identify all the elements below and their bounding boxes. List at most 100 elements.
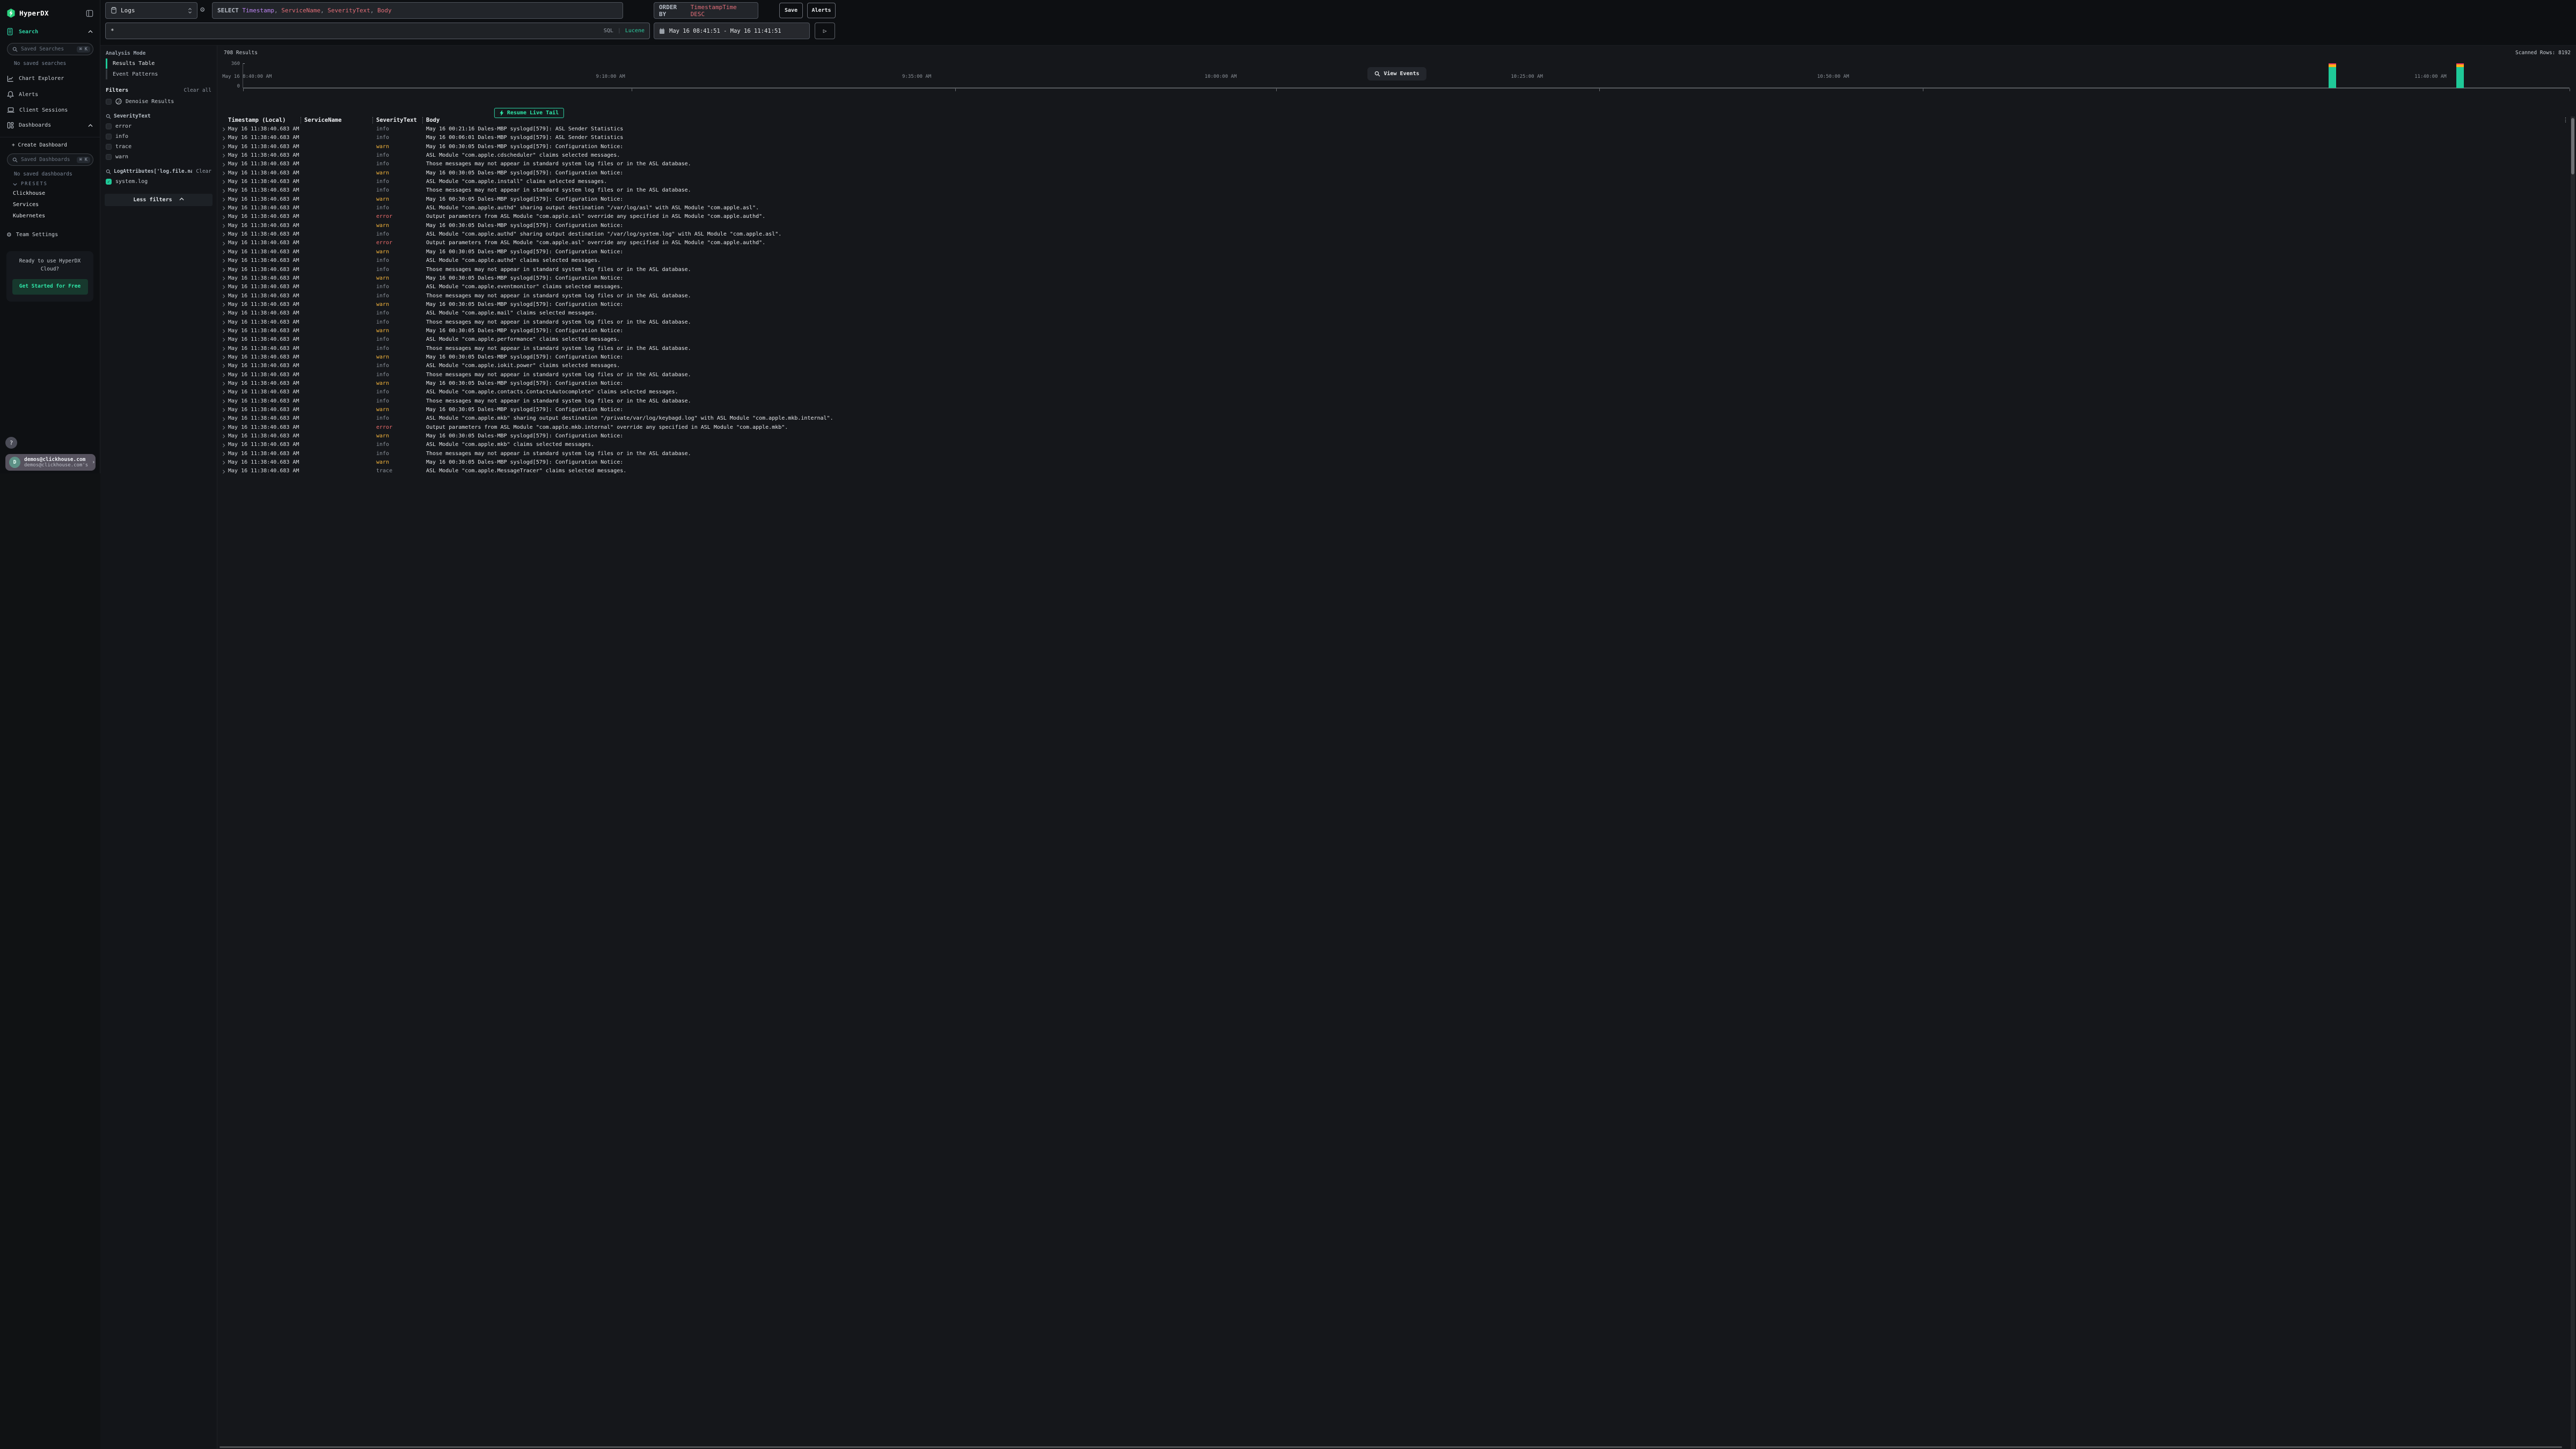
row-expand-icon[interactable] (219, 397, 228, 406)
search-query-input[interactable]: * SQL | Lucene (105, 23, 650, 39)
log-row[interactable]: May 16 11:38:40.683 AMwarnMay 16 00:30:0… (217, 169, 2563, 178)
log-row[interactable]: May 16 11:38:40.683 AMwarnMay 16 00:30:0… (217, 222, 2563, 230)
preset-services[interactable]: Services (0, 199, 100, 210)
log-row[interactable]: May 16 11:38:40.683 AMinfoThose messages… (217, 371, 2563, 379)
run-query-button[interactable]: ▷ (815, 23, 835, 39)
sidebar-item-search[interactable]: Search (0, 24, 100, 40)
row-expand-icon[interactable] (219, 186, 228, 195)
sidebar-item-dashboards[interactable]: Dashboards (0, 118, 100, 133)
row-expand-icon[interactable] (219, 441, 228, 449)
checkbox[interactable]: ✓ (106, 179, 112, 185)
row-expand-icon[interactable] (219, 169, 228, 178)
sidebar-item-chart-explorer[interactable]: Chart Explorer (0, 71, 100, 86)
saved-searches-input[interactable]: Saved Searches ⌘ K (7, 43, 93, 55)
log-row[interactable]: May 16 11:38:40.683 AMinfoASL Module "co… (217, 335, 2563, 344)
create-dashboard-button[interactable]: + Create Dashboard (0, 137, 100, 150)
get-started-button[interactable]: Get Started for Free (12, 279, 88, 295)
sidebar-collapse-icon[interactable] (86, 10, 93, 17)
checkbox[interactable] (106, 134, 112, 140)
row-expand-icon[interactable] (219, 388, 228, 397)
alerts-button[interactable]: Alerts (807, 3, 836, 18)
row-expand-icon[interactable] (219, 292, 228, 301)
column-header-body[interactable]: Body (422, 117, 2563, 123)
row-expand-icon[interactable] (219, 309, 228, 318)
sidebar-item-client-sessions[interactable]: Client Sessions (0, 103, 100, 118)
log-row[interactable]: May 16 11:38:40.683 AMerrorOutput parame… (217, 423, 2563, 432)
view-events-button[interactable]: View Events (1367, 67, 1426, 80)
row-expand-icon[interactable] (219, 467, 228, 475)
chevron-up-icon[interactable] (88, 30, 93, 33)
row-expand-icon[interactable] (219, 160, 228, 169)
log-row[interactable]: May 16 11:38:40.683 AMerrorOutput parame… (217, 239, 2563, 247)
log-row[interactable]: May 16 11:38:40.683 AMinfoThose messages… (217, 318, 2563, 327)
mode-event-patterns[interactable]: Event Patterns (106, 69, 211, 79)
source-settings-gear-icon[interactable]: ⚙ (200, 6, 204, 13)
language-toggle-lucene[interactable]: Lucene (625, 28, 645, 34)
table-options-menu-icon[interactable]: ⋮ (2563, 116, 2568, 123)
log-row[interactable]: May 16 11:38:40.683 AMinfoMay 16 00:06:0… (217, 134, 2563, 142)
row-expand-icon[interactable] (219, 248, 228, 257)
date-range-picker[interactable]: May 16 08:41:51 - May 16 11:41:51 (654, 23, 810, 39)
row-expand-icon[interactable] (219, 458, 228, 467)
column-header-timestamp[interactable]: Timestamp (Local) (228, 117, 301, 123)
horizontal-scrollbar[interactable] (219, 1446, 2562, 1448)
mode-results-table[interactable]: Results Table (106, 58, 211, 69)
log-row[interactable]: May 16 11:38:40.683 AMwarnMay 16 00:30:0… (217, 301, 2563, 309)
checkbox[interactable] (106, 99, 112, 105)
facet-clear-button[interactable]: Clear (196, 169, 211, 174)
vertical-scrollbar[interactable] (2571, 116, 2575, 1449)
user-menu[interactable]: D demos@clickhouse.com demos@clickhouse.… (5, 454, 96, 471)
log-row[interactable]: May 16 11:38:40.683 AMinfoASL Module "co… (217, 362, 2563, 370)
checkbox[interactable] (106, 123, 112, 129)
row-expand-icon[interactable] (219, 353, 228, 362)
log-row[interactable]: May 16 11:38:40.683 AMinfoASL Module "co… (217, 230, 2563, 239)
row-expand-icon[interactable] (219, 414, 228, 423)
log-row[interactable]: May 16 11:38:40.683 AMinfoThose messages… (217, 345, 2563, 353)
row-expand-icon[interactable] (219, 134, 228, 142)
row-expand-icon[interactable] (219, 213, 228, 221)
row-expand-icon[interactable] (219, 318, 228, 327)
log-row[interactable]: May 16 11:38:40.683 AMwarnMay 16 00:30:0… (217, 327, 2563, 335)
logfile-filter-option-system.log[interactable]: ✓system.log (100, 177, 217, 187)
row-expand-icon[interactable] (219, 345, 228, 353)
log-row[interactable]: May 16 11:38:40.683 AMerrorOutput parame… (217, 213, 2563, 221)
log-row[interactable]: May 16 11:38:40.683 AMinfoThose messages… (217, 266, 2563, 274)
row-expand-icon[interactable] (219, 450, 228, 458)
log-row[interactable]: May 16 11:38:40.683 AMinfoThose messages… (217, 160, 2563, 169)
clear-all-button[interactable]: Clear all (184, 87, 211, 93)
severity-filter-option-warn[interactable]: warn (100, 152, 217, 162)
row-expand-icon[interactable] (219, 379, 228, 388)
row-expand-icon[interactable] (219, 222, 228, 230)
help-button[interactable]: ? (5, 437, 17, 449)
log-row[interactable]: May 16 11:38:40.683 AMinfoASL Module "co… (217, 414, 2563, 423)
log-row[interactable]: May 16 11:38:40.683 AMwarnMay 16 00:30:0… (217, 458, 2563, 467)
row-expand-icon[interactable] (219, 423, 228, 432)
log-row[interactable]: May 16 11:38:40.683 AMinfoThose messages… (217, 292, 2563, 301)
row-expand-icon[interactable] (219, 406, 228, 414)
row-expand-icon[interactable] (219, 230, 228, 239)
log-row[interactable]: May 16 11:38:40.683 AMinfoASL Module "co… (217, 283, 2563, 291)
log-row[interactable]: May 16 11:38:40.683 AMwarnMay 16 00:30:0… (217, 248, 2563, 257)
column-resize-handle[interactable] (422, 117, 423, 123)
log-row[interactable]: May 16 11:38:40.683 AMinfoThose messages… (217, 186, 2563, 195)
row-expand-icon[interactable] (219, 432, 228, 441)
log-row[interactable]: May 16 11:38:40.683 AMinfoASL Module "co… (217, 151, 2563, 160)
saved-dashboards-input[interactable]: Saved Dashboards ⌘ K (7, 153, 93, 166)
scrollbar-thumb[interactable] (2571, 118, 2574, 174)
row-expand-icon[interactable] (219, 204, 228, 213)
histogram-bar[interactable] (2329, 63, 2336, 88)
log-row[interactable]: May 16 11:38:40.683 AMinfoThose messages… (217, 450, 2563, 458)
row-expand-icon[interactable] (219, 327, 228, 335)
presets-toggle[interactable]: PRESETS (0, 177, 100, 188)
checkbox[interactable] (106, 154, 112, 160)
log-row[interactable]: May 16 11:38:40.683 AMwarnMay 16 00:30:0… (217, 406, 2563, 414)
log-row[interactable]: May 16 11:38:40.683 AMinfoASL Module "co… (217, 204, 2563, 213)
row-expand-icon[interactable] (219, 151, 228, 160)
less-filters-button[interactable]: Less filters (105, 194, 213, 206)
column-resize-handle[interactable] (372, 117, 373, 123)
log-row[interactable]: May 16 11:38:40.683 AMwarnMay 16 00:30:0… (217, 353, 2563, 362)
log-row[interactable]: May 16 11:38:40.683 AMtraceASL Module "c… (217, 467, 2563, 475)
log-row[interactable]: May 16 11:38:40.683 AMinfoASL Module "co… (217, 257, 2563, 265)
save-button[interactable]: Save (779, 3, 803, 18)
row-expand-icon[interactable] (219, 335, 228, 344)
